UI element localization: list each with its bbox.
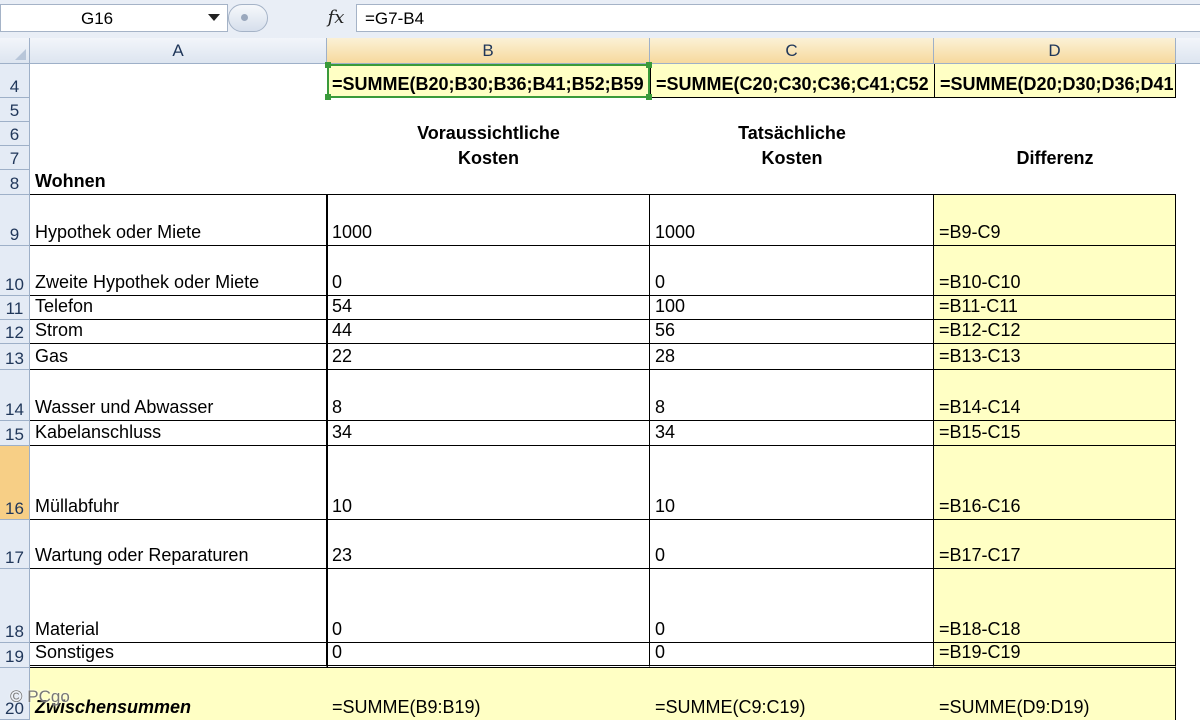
- cell-actual[interactable]: 8: [650, 370, 934, 421]
- cell-difference[interactable]: =B13-C13: [934, 344, 1176, 370]
- cell-label[interactable]: Gas: [30, 344, 327, 370]
- name-box[interactable]: G16: [0, 4, 228, 32]
- cell-expected[interactable]: 0: [327, 246, 650, 296]
- subtotal-actual[interactable]: =SUMME(C9:C19): [650, 668, 934, 720]
- cell-label[interactable]: Sonstiges: [30, 643, 327, 668]
- cell-actual[interactable]: 0: [650, 246, 934, 296]
- cell-expected[interactable]: 34: [327, 421, 650, 446]
- select-all-button[interactable]: [0, 38, 30, 63]
- name-box-value: G16: [81, 9, 114, 28]
- cell-difference[interactable]: =B18-C18: [934, 569, 1176, 643]
- formula-bar-resize-handle[interactable]: [228, 4, 268, 32]
- cell-actual[interactable]: 28: [650, 344, 934, 370]
- cell-actual[interactable]: 100: [650, 296, 934, 320]
- cell-actual[interactable]: 1000: [650, 195, 934, 246]
- row-header[interactable]: 12: [0, 320, 30, 344]
- row-header[interactable]: 7: [0, 146, 30, 170]
- row-header[interactable]: 10: [0, 246, 30, 296]
- cell-expected[interactable]: 8: [327, 370, 650, 421]
- row-header[interactable]: 13: [0, 344, 30, 370]
- select-all-icon: [15, 49, 26, 60]
- cell-difference[interactable]: =B12-C12: [934, 320, 1176, 344]
- row-header[interactable]: 4: [0, 64, 30, 98]
- cell-actual[interactable]: 0: [650, 520, 934, 569]
- insert-function-button[interactable]: fx: [318, 4, 354, 32]
- watermark: © PCgo: [10, 687, 70, 706]
- row-header[interactable]: 8: [0, 170, 30, 195]
- cell-difference[interactable]: =B19-C19: [934, 643, 1176, 668]
- cell-difference[interactable]: =B16-C16: [934, 446, 1176, 520]
- column-header-d[interactable]: D: [934, 38, 1176, 63]
- cell-expected[interactable]: 54: [327, 296, 650, 320]
- grip-icon: [241, 14, 248, 21]
- row-header[interactable]: 14: [0, 370, 30, 421]
- cell-label[interactable]: Zweite Hypothek oder Miete: [30, 246, 327, 296]
- cell-expected[interactable]: 23: [327, 520, 650, 569]
- cell-expected[interactable]: 0: [327, 643, 650, 668]
- formula-text: =G7-B4: [365, 9, 425, 28]
- row-header[interactable]: 11: [0, 296, 30, 320]
- cell-c4[interactable]: =SUMME(C20;C30;C36;C41;C52: [650, 64, 934, 98]
- cell-actual[interactable]: 10: [650, 446, 934, 520]
- cell-row8-empty[interactable]: [327, 170, 1176, 195]
- row-header[interactable]: 19: [0, 643, 30, 668]
- cell-actual[interactable]: 34: [650, 421, 934, 446]
- header-expected-costs-line1: Voraussichtliche: [417, 123, 560, 143]
- cell-label[interactable]: Wasser und Abwasser: [30, 370, 327, 421]
- cell-label[interactable]: Müllabfuhr: [30, 446, 327, 520]
- cell-difference[interactable]: =B14-C14: [934, 370, 1176, 421]
- row-header[interactable]: 9: [0, 195, 30, 246]
- column-b-border: [327, 194, 328, 668]
- column-headers: A B C D: [0, 38, 1200, 64]
- subtotal-expected[interactable]: =SUMME(B9:B19): [327, 668, 650, 720]
- cell-label[interactable]: Kabelanschluss: [30, 421, 327, 446]
- cell-expected[interactable]: 0: [327, 569, 650, 643]
- cell-label[interactable]: Strom: [30, 320, 327, 344]
- row-header[interactable]: 15: [0, 421, 30, 446]
- row-header[interactable]: 5: [0, 98, 30, 122]
- cell-expected[interactable]: 1000: [327, 195, 650, 246]
- row-header[interactable]: 17: [0, 520, 30, 569]
- cell-expected[interactable]: 44: [327, 320, 650, 344]
- header-actual-costs-line2: Kosten: [761, 148, 823, 168]
- cell-actual[interactable]: 0: [650, 569, 934, 643]
- row-header[interactable]: 18: [0, 569, 30, 643]
- cell-label[interactable]: Material: [30, 569, 327, 643]
- cell-label[interactable]: Hypothek oder Miete: [30, 195, 327, 246]
- column-header-b[interactable]: B: [327, 38, 650, 63]
- cell-label[interactable]: Wartung oder Reparaturen: [30, 520, 327, 569]
- cell-expected[interactable]: 10: [327, 446, 650, 520]
- header-expected-costs-line2: Kosten: [457, 148, 519, 168]
- cell-difference[interactable]: =B15-C15: [934, 421, 1176, 446]
- cell-expected[interactable]: 22: [327, 344, 650, 370]
- column-header-c[interactable]: C: [650, 38, 934, 63]
- section-title-wohnen[interactable]: Wohnen: [30, 170, 327, 195]
- formula-input[interactable]: =G7-B4: [356, 4, 1200, 32]
- cell-difference[interactable]: =B9-C9: [934, 195, 1176, 246]
- header-difference: Differenz: [1016, 148, 1094, 168]
- cell-actual[interactable]: 0: [650, 643, 934, 668]
- header-actual-costs-line1: Tatsächliche: [738, 123, 846, 143]
- subtotal-label[interactable]: Zwischensummen: [30, 668, 327, 720]
- row-header[interactable]: 6: [0, 122, 30, 146]
- formula-bar: G16 fx =G7-B4: [0, 0, 1200, 39]
- row-header-active[interactable]: 16: [0, 446, 30, 520]
- cell-actual[interactable]: 56: [650, 320, 934, 344]
- cell-label[interactable]: Telefon: [30, 296, 327, 320]
- chevron-down-icon[interactable]: [208, 14, 220, 21]
- column-header-a[interactable]: A: [30, 38, 327, 63]
- cell-difference[interactable]: =B11-C11: [934, 296, 1176, 320]
- subtotal-difference[interactable]: =SUMME(D9:D19): [934, 668, 1176, 720]
- cell-d4[interactable]: =SUMME(D20;D30;D36;D41: [934, 64, 1176, 98]
- cell-b4[interactable]: =SUMME(B20;B30;B36;B41;B52;B59: [327, 64, 650, 98]
- cell-difference[interactable]: =B17-C17: [934, 520, 1176, 569]
- cell-difference[interactable]: =B10-C10: [934, 246, 1176, 296]
